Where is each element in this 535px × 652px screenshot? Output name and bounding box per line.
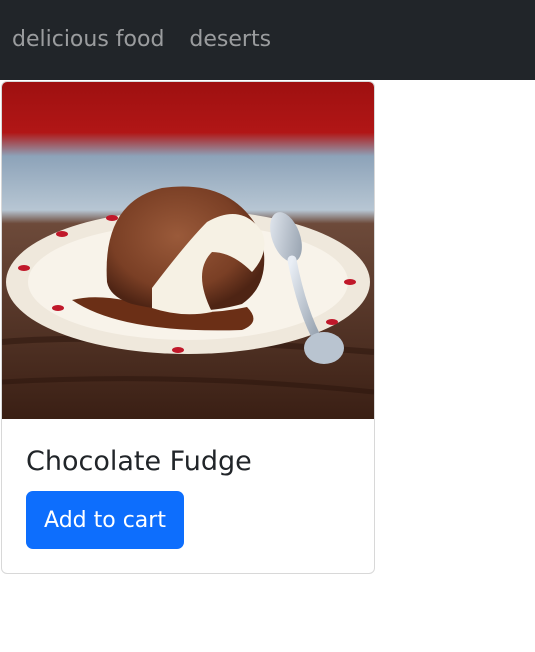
product-title: Chocolate Fudge bbox=[26, 446, 252, 477]
nav-link-delicious-food[interactable]: delicious food bbox=[12, 29, 164, 51]
add-to-cart-button[interactable]: Add to cart bbox=[26, 491, 184, 549]
product-card: Chocolate Fudge Add to cart bbox=[1, 81, 375, 574]
chocolate-fudge-image bbox=[2, 82, 374, 419]
nav-link-deserts[interactable]: deserts bbox=[189, 29, 271, 51]
navbar: delicious food deserts bbox=[0, 0, 535, 80]
